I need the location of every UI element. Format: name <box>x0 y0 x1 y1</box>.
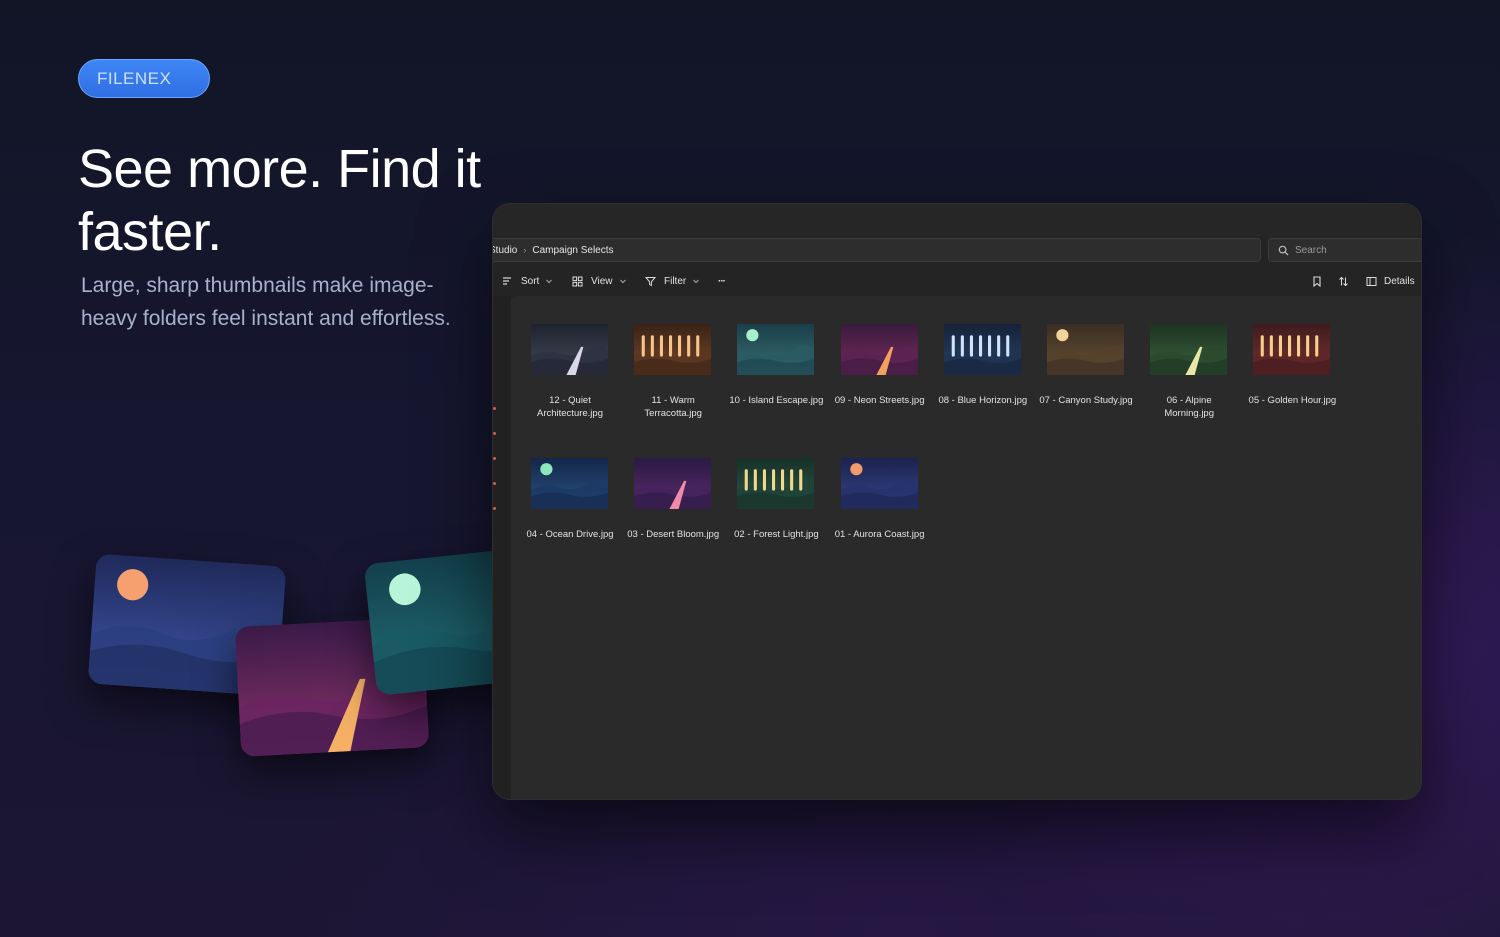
bookmark-button[interactable] <box>1312 268 1322 294</box>
chevron-down-icon <box>619 279 626 284</box>
headline: See more. Find it faster. <box>78 139 481 262</box>
file-item[interactable]: 03 - Desert Bloom.jpg <box>627 458 719 542</box>
file-thumbnail[interactable] <box>943 324 1021 375</box>
file-item[interactable]: 01 - Aurora Coast.jpg <box>835 458 924 542</box>
breadcrumb-item[interactable]: Studio <box>493 245 517 256</box>
filter-label: Filter <box>664 275 687 287</box>
file-name: 01 - Aurora Coast.jpg <box>834 529 925 540</box>
breadcrumb-chevron-icon: › <box>523 245 527 255</box>
file-thumbnail[interactable] <box>840 324 918 375</box>
toolbar: Sort View Filter ··· Details <box>493 268 1421 294</box>
search-icon <box>1278 245 1289 256</box>
sort-button[interactable]: Sort <box>502 268 553 294</box>
chevron-down-icon <box>693 279 700 284</box>
view-label: View <box>591 275 613 287</box>
file-item[interactable]: 02 - Forest Light.jpg <box>734 458 819 542</box>
file-thumbnail[interactable] <box>634 458 712 509</box>
search-box[interactable] <box>1268 238 1421 262</box>
bookmark-icon <box>1313 275 1321 287</box>
filter-icon <box>645 276 656 286</box>
file-thumbnail[interactable] <box>1253 324 1331 375</box>
file-thumbnail[interactable] <box>737 458 815 509</box>
details-label: Details <box>1384 275 1415 287</box>
file-item[interactable]: 06 - Alpine Morning.jpg <box>1150 324 1228 420</box>
file-item[interactable]: 08 - Blue Horizon.jpg <box>938 324 1027 408</box>
file-item[interactable]: 07 - Canyon Study.jpg <box>1039 324 1133 408</box>
grid-view-icon <box>572 276 583 286</box>
file-name: 05 - Golden Hour.jpg <box>1248 395 1337 406</box>
breadcrumb-item[interactable]: Campaign Selects <box>532 245 613 256</box>
subline: Large, sharp thumbnails make image-heavy… <box>81 274 451 330</box>
file-name: 09 - Neon Streets.jpg <box>834 395 925 406</box>
sort-label: Sort <box>521 275 540 287</box>
details-pane-icon <box>1366 276 1377 286</box>
file-name: 04 - Ocean Drive.jpg <box>526 529 614 540</box>
file-name: 03 - Desert Bloom.jpg <box>627 529 720 540</box>
nav-marker <box>493 507 496 510</box>
title-bar <box>493 204 1421 236</box>
more-icon: ··· <box>718 275 726 287</box>
file-name: 08 - Blue Horizon.jpg <box>938 395 1028 406</box>
file-thumbnail[interactable] <box>1150 324 1228 375</box>
file-name: 06 - Alpine Morning.jpg <box>1164 395 1214 419</box>
address-bar[interactable]: Studio › Campaign Selects <box>493 238 1261 262</box>
file-item[interactable]: 10 - Island Escape.jpg <box>729 324 823 408</box>
navigation-pane <box>493 296 511 799</box>
file-name: 07 - Canyon Study.jpg <box>1039 395 1133 406</box>
sort-order-button[interactable] <box>1338 268 1349 294</box>
chevron-down-icon <box>546 279 553 284</box>
file-item[interactable]: 05 - Golden Hour.jpg <box>1249 324 1336 408</box>
details-button[interactable]: Details <box>1366 268 1415 294</box>
file-thumbnail[interactable] <box>840 458 918 509</box>
file-content-area: 12 - Quiet Architecture.jpg 11 - Warm Ter… <box>511 296 1421 799</box>
file-item[interactable]: 09 - Neon Streets.jpg <box>835 324 924 408</box>
swap-vertical-icon <box>1339 276 1348 286</box>
file-name: 02 - Forest Light.jpg <box>734 529 819 540</box>
search-input[interactable] <box>1295 244 1405 256</box>
file-name: 10 - Island Escape.jpg <box>729 395 824 406</box>
file-thumbnail[interactable] <box>531 458 608 509</box>
file-name: 12 - Quiet Architecture.jpg <box>536 395 603 419</box>
nav-marker <box>493 457 496 460</box>
file-item[interactable]: 11 - Warm Terracotta.jpg <box>634 324 712 420</box>
filter-button[interactable]: Filter <box>645 268 700 294</box>
file-thumbnail[interactable] <box>737 324 815 375</box>
view-button[interactable]: View <box>572 268 627 294</box>
nav-marker <box>493 432 496 435</box>
file-thumbnail[interactable] <box>634 324 712 375</box>
file-thumbnail[interactable] <box>531 324 608 375</box>
nav-marker <box>493 482 496 485</box>
file-item[interactable]: 12 - Quiet Architecture.jpg <box>531 324 609 420</box>
file-thumbnail[interactable] <box>1047 324 1124 375</box>
sort-icon <box>503 277 511 285</box>
file-item[interactable]: 04 - Ocean Drive.jpg <box>526 458 614 542</box>
file-browser-window: Studio › Campaign Selects Sort View Filt… <box>492 203 1422 800</box>
more-options-button[interactable]: ··· <box>718 268 726 294</box>
brand-pill: FILENEX <box>78 59 210 98</box>
brand-label: FILENEX <box>97 68 172 88</box>
nav-marker <box>493 407 496 410</box>
file-name: 11 - Warm Terracotta.jpg <box>644 395 702 419</box>
